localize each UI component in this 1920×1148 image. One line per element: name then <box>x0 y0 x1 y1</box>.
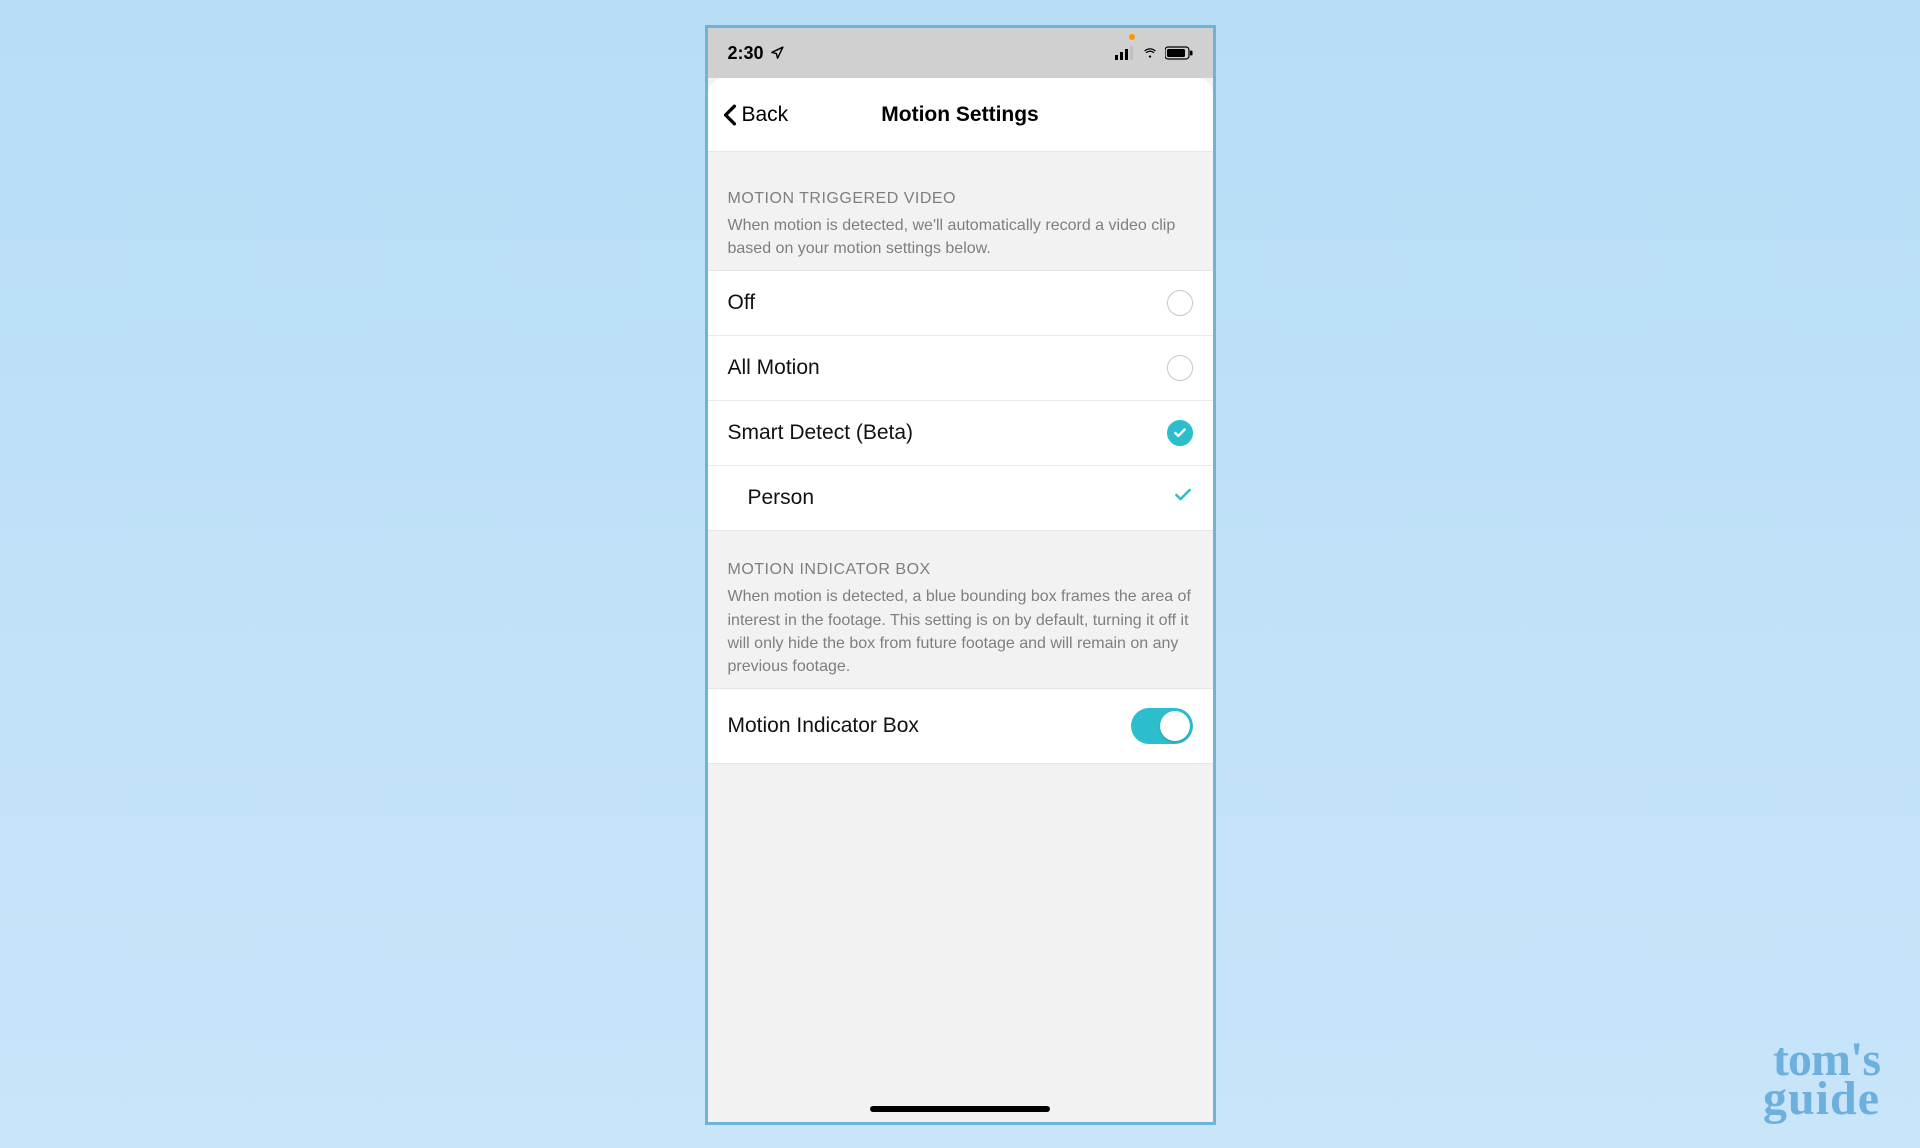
section-header-indicator-box: MOTION INDICATOR BOX When motion is dete… <box>708 531 1213 688</box>
checkmark-icon <box>1173 485 1193 511</box>
content: MOTION TRIGGERED VIDEO When motion is de… <box>708 152 1213 764</box>
location-icon <box>770 46 784 60</box>
home-indicator[interactable] <box>870 1106 1050 1112</box>
back-button[interactable]: Back <box>722 103 789 127</box>
section-title: MOTION INDICATOR BOX <box>728 561 1193 579</box>
toggle-label: Motion Indicator Box <box>728 714 919 738</box>
back-label: Back <box>742 103 789 127</box>
battery-icon <box>1165 46 1193 60</box>
option-all-motion[interactable]: All Motion <box>708 336 1213 401</box>
radio-unchecked-icon <box>1167 290 1193 316</box>
section-desc: When motion is detected, a blue bounding… <box>728 585 1193 678</box>
status-bar: 2:30 <box>708 28 1213 78</box>
option-off[interactable]: Off <box>708 271 1213 336</box>
sub-option-person[interactable]: Person <box>708 466 1213 530</box>
wifi-icon <box>1141 46 1159 60</box>
section-header-motion-triggered: MOTION TRIGGERED VIDEO When motion is de… <box>708 152 1213 270</box>
indicator-box-list: Motion Indicator Box <box>708 688 1213 764</box>
status-time: 2:30 <box>728 43 764 64</box>
cellular-icon <box>1115 46 1135 60</box>
toggle-switch-on[interactable] <box>1131 708 1193 744</box>
status-right <box>1115 46 1193 60</box>
chevron-left-icon <box>722 104 738 126</box>
toggle-knob <box>1160 711 1190 741</box>
option-label: All Motion <box>728 356 820 380</box>
option-label: Smart Detect (Beta) <box>728 421 914 445</box>
section-title: MOTION TRIGGERED VIDEO <box>728 190 1193 208</box>
phone-frame: 2:30 Back Motion Settings MOTION TRIGGER… <box>705 25 1216 1125</box>
watermark-line2: guide <box>1763 1080 1880 1118</box>
radio-unchecked-icon <box>1167 355 1193 381</box>
radio-checked-icon <box>1167 420 1193 446</box>
privacy-indicator-dot <box>1129 34 1135 40</box>
nav-bar: Back Motion Settings <box>708 78 1213 152</box>
toggle-motion-indicator-box[interactable]: Motion Indicator Box <box>708 689 1213 763</box>
motion-options-list: Off All Motion Smart Detect (Beta) Perso… <box>708 270 1213 531</box>
section-desc: When motion is detected, we'll automatic… <box>728 214 1193 260</box>
option-smart-detect[interactable]: Smart Detect (Beta) <box>708 401 1213 466</box>
option-label: Person <box>748 486 815 510</box>
watermark-logo: tom's guide <box>1763 1041 1880 1118</box>
status-left: 2:30 <box>728 43 784 64</box>
option-label: Off <box>728 291 756 315</box>
page-title: Motion Settings <box>881 103 1038 127</box>
